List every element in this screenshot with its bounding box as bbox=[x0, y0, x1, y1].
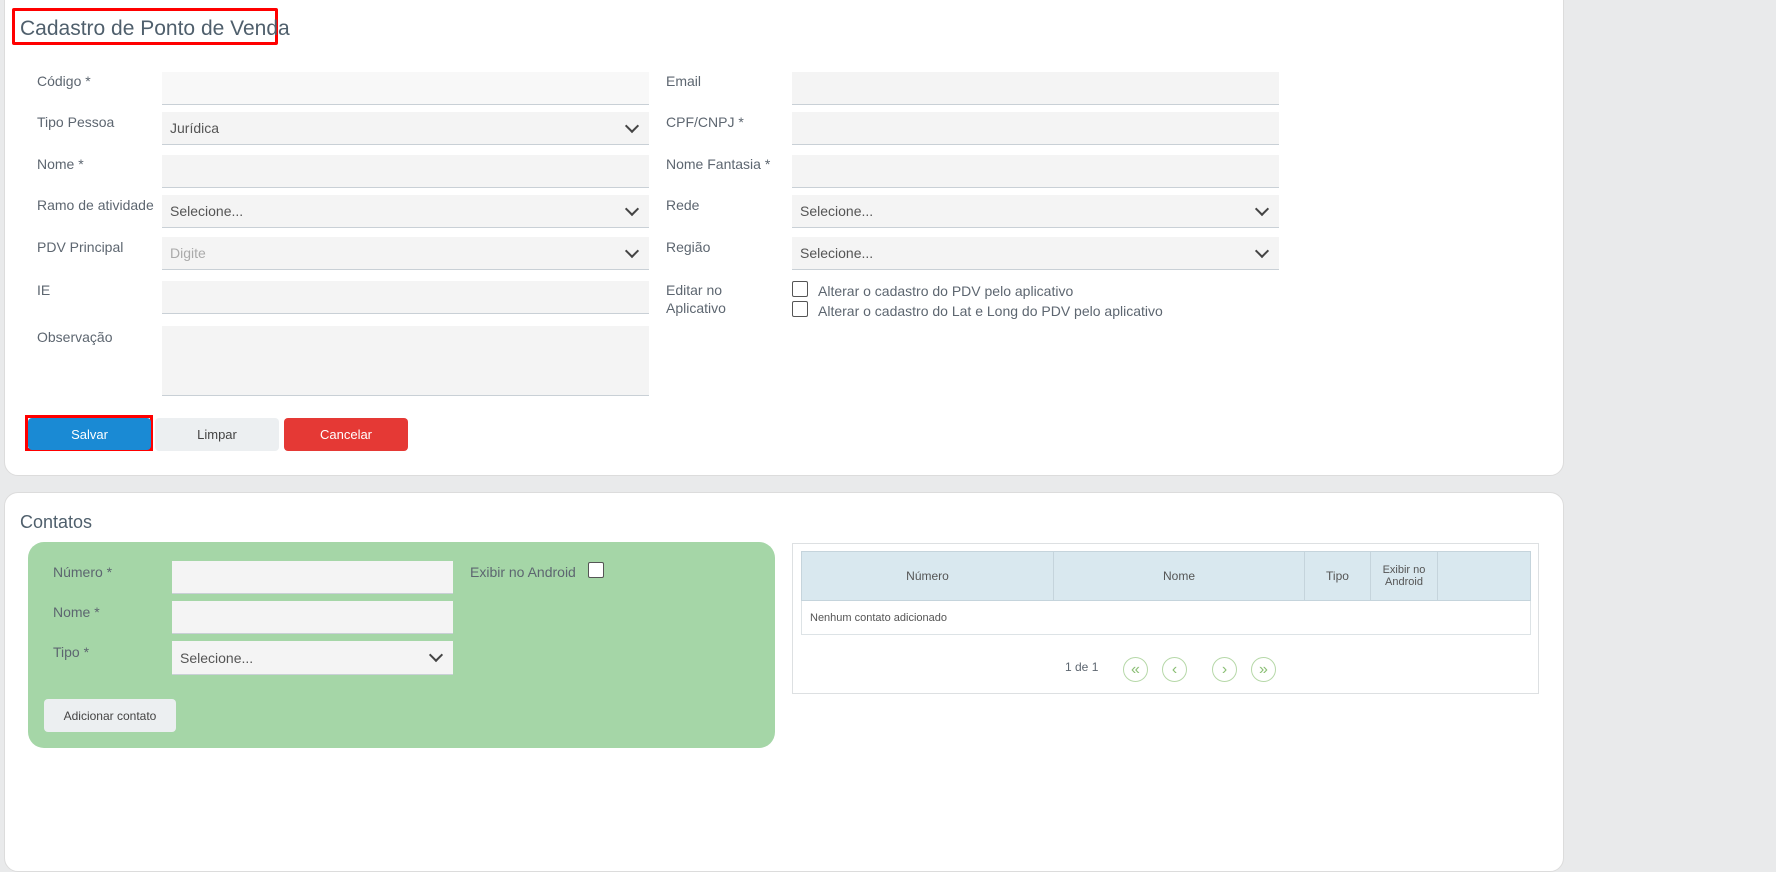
nome-fantasia-label: Nome Fantasia * bbox=[666, 156, 771, 172]
cancel-button[interactable]: Cancelar bbox=[284, 418, 408, 451]
edit-latlong-checkbox[interactable] bbox=[792, 301, 808, 317]
pdv-principal-label: PDV Principal bbox=[37, 239, 124, 255]
ramo-label: Ramo de atividade bbox=[37, 197, 154, 213]
chevron-down-icon bbox=[624, 201, 640, 216]
numero-label: Número * bbox=[53, 564, 113, 580]
clear-button[interactable]: Limpar bbox=[155, 418, 279, 451]
email-label: Email bbox=[666, 73, 702, 89]
contact-nome-label: Nome * bbox=[53, 604, 100, 620]
chevron-down-icon bbox=[1254, 201, 1270, 216]
last-page-icon[interactable]: » bbox=[1251, 657, 1276, 682]
email-input[interactable] bbox=[792, 72, 1279, 105]
chevron-down-icon bbox=[1254, 243, 1270, 258]
ramo-value: Selecione... bbox=[170, 203, 244, 219]
chevron-down-icon bbox=[624, 243, 640, 258]
table-row: Nenhum contato adicionado bbox=[801, 600, 1531, 635]
edit-pdv-checkbox-label: Alterar o cadastro do PDV pelo aplicativ… bbox=[818, 283, 1074, 299]
ie-label: IE bbox=[37, 282, 51, 298]
android-checkbox[interactable] bbox=[588, 562, 604, 578]
codigo-label: Código * bbox=[37, 73, 91, 89]
ramo-select[interactable]: Selecione... bbox=[162, 195, 649, 228]
tipo-pessoa-label: Tipo Pessoa bbox=[37, 114, 115, 130]
nome-fantasia-input[interactable] bbox=[792, 155, 1279, 188]
tipo-pessoa-value: Jurídica bbox=[170, 120, 220, 136]
tipo-pessoa-select[interactable]: Jurídica bbox=[162, 112, 649, 145]
editar-label-1: Editar no bbox=[666, 282, 723, 298]
first-page-icon[interactable]: « bbox=[1123, 657, 1148, 682]
observacao-textarea[interactable] bbox=[162, 326, 649, 396]
rede-select[interactable]: Selecione... bbox=[792, 195, 1279, 228]
regiao-select[interactable]: Selecione... bbox=[792, 237, 1279, 270]
page-title: Cadastro de Ponto de Venda bbox=[20, 17, 290, 40]
next-page-icon[interactable]: › bbox=[1212, 657, 1237, 682]
pagination-text: 1 de 1 bbox=[1065, 660, 1099, 674]
empty-message: Nenhum contato adicionado bbox=[801, 600, 1531, 635]
edit-latlong-checkbox-label: Alterar o cadastro do Lat e Long do PDV … bbox=[818, 303, 1163, 319]
chevron-down-icon bbox=[428, 647, 444, 663]
chevron-down-icon bbox=[624, 118, 640, 133]
nome-input[interactable] bbox=[162, 155, 649, 188]
numero-input[interactable] bbox=[172, 561, 453, 594]
header-tipo[interactable]: Tipo bbox=[1304, 551, 1371, 601]
pdv-principal-select[interactable]: Digite bbox=[162, 237, 649, 270]
cpf-cnpj-label: CPF/CNPJ * bbox=[666, 114, 744, 130]
contact-nome-input[interactable] bbox=[172, 601, 453, 634]
observacao-label: Observação bbox=[37, 329, 113, 345]
prev-page-icon[interactable]: ‹ bbox=[1162, 657, 1187, 682]
header-nome[interactable]: Nome bbox=[1053, 551, 1305, 601]
cpf-cnpj-input[interactable] bbox=[792, 112, 1279, 145]
rede-value: Selecione... bbox=[800, 203, 874, 219]
rede-label: Rede bbox=[666, 197, 700, 213]
save-button[interactable]: Salvar bbox=[28, 418, 151, 450]
android-label: Exibir no Android bbox=[470, 564, 576, 580]
pdv-principal-placeholder: Digite bbox=[170, 245, 206, 261]
contacts-title: Contatos bbox=[20, 512, 93, 532]
nome-label: Nome * bbox=[37, 156, 84, 172]
header-actions bbox=[1437, 551, 1531, 601]
header-numero[interactable]: Número bbox=[801, 551, 1054, 601]
edit-pdv-checkbox[interactable] bbox=[792, 281, 808, 297]
add-contact-button[interactable]: Adicionar contato bbox=[44, 699, 176, 732]
regiao-value: Selecione... bbox=[800, 245, 874, 261]
table-header-row: Número Nome Tipo Exibir no Android bbox=[801, 551, 1531, 601]
regiao-label: Região bbox=[666, 239, 711, 255]
codigo-input[interactable] bbox=[162, 72, 649, 105]
tipo-label: Tipo * bbox=[53, 644, 90, 660]
contacts-table: Número Nome Tipo Exibir no Android Nenhu… bbox=[801, 551, 1531, 635]
tipo-value: Selecione... bbox=[180, 649, 254, 666]
ie-input[interactable] bbox=[162, 281, 649, 314]
header-exibir-android[interactable]: Exibir no Android bbox=[1370, 551, 1438, 601]
editar-label-2: Aplicativo bbox=[666, 300, 726, 316]
tipo-select[interactable]: Selecione... bbox=[172, 641, 453, 675]
